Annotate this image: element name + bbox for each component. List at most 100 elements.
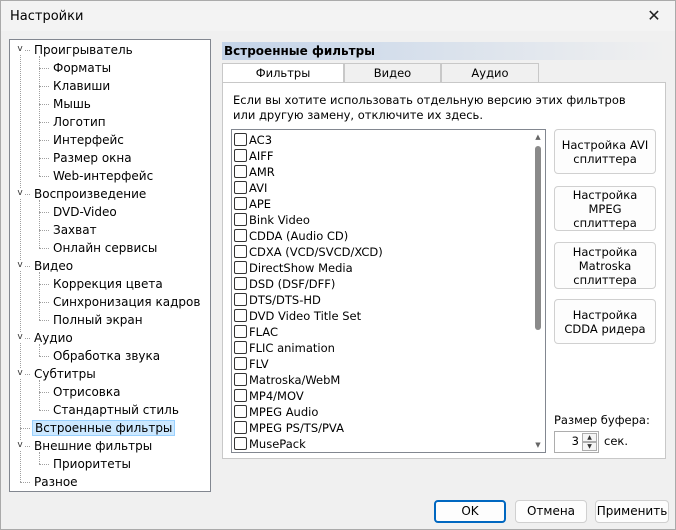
list-item[interactable]: FLV — [234, 356, 269, 372]
filter-checkbox[interactable] — [234, 197, 247, 210]
mpeg-splitter-settings-button[interactable]: Настройка MPEG сплиттера — [554, 186, 656, 231]
list-item[interactable]: AIFF — [234, 148, 274, 164]
settings-tree[interactable]: Проигрыватель v Форматы Клавиши Мышь Логотип И… — [9, 39, 211, 492]
tree-item[interactable]: Отрисовка — [51, 383, 122, 401]
tree-item[interactable]: Воспроизведение — [32, 185, 148, 203]
filter-checkbox[interactable] — [234, 277, 247, 290]
tree-item[interactable]: Коррекция цвета — [51, 275, 165, 293]
list-item[interactable]: FLAC — [234, 324, 278, 340]
tree-item[interactable]: Мышь — [51, 95, 93, 113]
list-item[interactable]: DSD (DSF/DFF) — [234, 276, 335, 292]
scroll-up-icon[interactable]: ▲ — [531, 130, 545, 144]
list-item[interactable]: Bink Video — [234, 212, 310, 228]
source-filter-list[interactable]: MusePack MPEG PS/TS/PVA MPEG Audio MP4/MOV M… — [231, 129, 546, 453]
filter-checkbox[interactable] — [234, 149, 247, 162]
tree-item[interactable]: Полный экран — [51, 311, 145, 329]
tree-item[interactable]: Аудио — [32, 329, 75, 347]
tree-item[interactable]: Клавиши — [51, 77, 112, 95]
filter-checkbox[interactable] — [234, 437, 247, 450]
tree-item[interactable]: Проигрыватель — [32, 41, 135, 59]
close-icon[interactable]: ✕ — [639, 3, 669, 29]
filter-checkbox[interactable] — [234, 373, 247, 386]
filter-checkbox[interactable] — [234, 133, 247, 146]
scroll-down-icon[interactable]: ▼ — [531, 438, 545, 452]
list-item[interactable]: MPEG Audio — [234, 404, 318, 420]
chevron-down-icon[interactable]: v — [15, 332, 25, 342]
filter-checkbox[interactable] — [234, 405, 247, 418]
tree-item-label: Web-интерфейс — [53, 169, 154, 183]
spin-up-icon[interactable]: ▲ — [582, 433, 597, 442]
list-item[interactable]: Matroska/WebM — [234, 372, 340, 388]
chevron-down-icon[interactable]: v — [15, 368, 25, 378]
tree-item[interactable]: Web-интерфейс — [51, 167, 155, 185]
tree-item[interactable]: Видео — [32, 257, 75, 275]
filter-checkbox[interactable] — [234, 341, 247, 354]
tree-item[interactable]: Обработка звука — [51, 347, 162, 365]
filter-checkbox[interactable] — [234, 389, 247, 402]
tree-item[interactable]: Встроенные фильтры — [32, 419, 176, 437]
matroska-splitter-settings-button[interactable]: Настройка Matroska сплиттера — [554, 242, 656, 289]
list-item[interactable]: AC3 — [234, 132, 272, 148]
tree-connector — [39, 158, 49, 159]
list-item[interactable]: FLIC animation — [234, 340, 335, 356]
list-item[interactable]: DVD Video Title Set — [234, 308, 361, 324]
tree-item[interactable]: Размер окна — [51, 149, 134, 167]
spin-down-icon[interactable]: ▼ — [582, 442, 597, 451]
filter-checkbox[interactable] — [234, 181, 247, 194]
list-item[interactable]: DTS/DTS-HD — [234, 292, 321, 308]
tree-connector — [39, 200, 40, 248]
filter-checkbox[interactable] — [234, 421, 247, 434]
chevron-down-icon[interactable]: v — [15, 260, 25, 270]
list-item[interactable]: CDXA (VCD/SVCD/XCD) — [234, 244, 383, 260]
list-item[interactable]: APE — [234, 196, 271, 212]
tree-item[interactable]: Синхронизация кадров — [51, 293, 202, 311]
filter-checkbox[interactable] — [234, 325, 247, 338]
list-scrollbar[interactable]: ▲ ▼ — [531, 130, 545, 452]
tree-item[interactable]: Разное — [32, 473, 80, 491]
cancel-button[interactable]: Отмена — [515, 500, 587, 523]
filter-checkbox[interactable] — [234, 229, 247, 242]
chevron-down-icon[interactable]: v — [15, 44, 25, 54]
chevron-down-icon[interactable]: v — [15, 440, 25, 450]
ok-button[interactable]: OK — [434, 500, 506, 523]
tree-item[interactable]: Форматы — [51, 59, 113, 77]
tree-item[interactable]: Приоритеты — [51, 455, 133, 473]
list-item[interactable]: AVI — [234, 180, 267, 196]
list-item[interactable]: CDDA (Audio CD) — [234, 228, 348, 244]
tree-item-label: Онлайн сервисы — [53, 241, 158, 255]
tab-audio-decoders[interactable]: Аудио декодеры — [441, 63, 539, 98]
cdda-reader-settings-button[interactable]: Настройка CDDA ридера — [554, 299, 656, 344]
tree-item[interactable]: Интерфейс — [51, 131, 126, 149]
filter-checkbox[interactable] — [234, 309, 247, 322]
tree-item[interactable]: Стандартный стиль — [51, 401, 181, 419]
chevron-down-icon[interactable]: v — [15, 188, 25, 198]
scrollbar-thumb[interactable] — [535, 146, 541, 330]
buffer-size-spinner[interactable]: 3 ▲ ▼ — [554, 431, 599, 453]
avi-splitter-settings-button[interactable]: Настройка AVI сплиттера — [554, 129, 656, 174]
tree-item[interactable]: Захват — [51, 221, 99, 239]
tree-item[interactable]: Внешние фильтры — [32, 437, 154, 455]
tree-item-label: Отрисовка — [53, 385, 121, 399]
tab-source-filters[interactable]: Фильтры источников — [222, 63, 344, 98]
tree-item-label: Обработка звука — [53, 349, 161, 363]
tree-item[interactable]: DVD-Video — [51, 203, 119, 221]
filter-checkbox[interactable] — [234, 165, 247, 178]
tree-connector — [39, 356, 49, 357]
filter-checkbox[interactable] — [234, 245, 247, 258]
list-item[interactable]: MusePack — [234, 436, 306, 452]
tab-video-decoders[interactable]: Видео декодеры — [344, 63, 441, 98]
list-item[interactable]: AMR — [234, 164, 275, 180]
list-item[interactable]: MP4/MOV — [234, 388, 304, 404]
apply-button[interactable]: Применить — [595, 500, 669, 523]
filter-checkbox[interactable] — [234, 213, 247, 226]
tree-item[interactable]: Логотип — [51, 113, 108, 131]
buffer-size-value[interactable]: 3 — [557, 434, 579, 448]
tree-item[interactable]: Онлайн сервисы — [51, 239, 159, 257]
list-item[interactable]: MPEG PS/TS/PVA — [234, 420, 344, 436]
filter-checkbox[interactable] — [234, 293, 247, 306]
tree-item[interactable]: Субтитры — [32, 365, 98, 383]
list-item[interactable]: DirectShow Media — [234, 260, 353, 276]
filter-checkbox[interactable] — [234, 357, 247, 370]
tree-connector — [39, 320, 49, 321]
filter-checkbox[interactable] — [234, 261, 247, 274]
